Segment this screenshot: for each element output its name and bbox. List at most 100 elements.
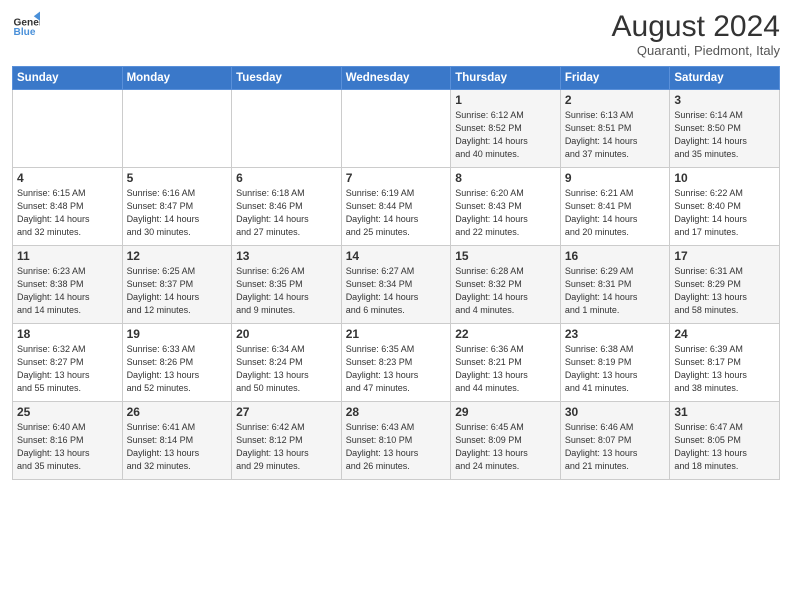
day-number: 31 — [674, 405, 775, 419]
day-cell: 7Sunrise: 6:19 AM Sunset: 8:44 PM Daylig… — [341, 168, 451, 246]
calendar-body: 1Sunrise: 6:12 AM Sunset: 8:52 PM Daylig… — [13, 90, 780, 480]
day-number: 7 — [346, 171, 447, 185]
day-info: Sunrise: 6:25 AM Sunset: 8:37 PM Dayligh… — [127, 265, 228, 317]
day-info: Sunrise: 6:13 AM Sunset: 8:51 PM Dayligh… — [565, 109, 666, 161]
day-info: Sunrise: 6:31 AM Sunset: 8:29 PM Dayligh… — [674, 265, 775, 317]
day-info: Sunrise: 6:26 AM Sunset: 8:35 PM Dayligh… — [236, 265, 337, 317]
day-cell: 18Sunrise: 6:32 AM Sunset: 8:27 PM Dayli… — [13, 324, 123, 402]
day-info: Sunrise: 6:15 AM Sunset: 8:48 PM Dayligh… — [17, 187, 118, 239]
day-cell: 13 Sunrise: 6:26 AM Sunset: 8:35 PM Dayli… — [232, 246, 342, 324]
day-cell: 29 Sunrise: 6:45 AM Sunset: 8:09 PM Dayli… — [451, 402, 561, 480]
col-thursday: Thursday — [451, 67, 561, 90]
day-info: Sunrise: 6:42 AM Sunset: 8:12 PM Dayligh… — [236, 421, 337, 473]
day-number: 8 — [455, 171, 556, 185]
day-cell: 27 Sunrise: 6:42 AM Sunset: 8:12 PM Dayli… — [232, 402, 342, 480]
day-number: 30 — [565, 405, 666, 419]
location: Quaranti, Piedmont, Italy — [612, 43, 780, 58]
day-info: Sunrise: 6:18 AM Sunset: 8:46 PM Dayligh… — [236, 187, 337, 239]
header: General Blue August 2024 Quaranti, Piedm… — [12, 10, 780, 58]
day-number: 23 — [565, 327, 666, 341]
day-number: 10 — [674, 171, 775, 185]
week-row-4: 18Sunrise: 6:32 AM Sunset: 8:27 PM Dayli… — [13, 324, 780, 402]
day-number: 29 — [455, 405, 556, 419]
day-info: Sunrise: 6:16 AM Sunset: 8:47 PM Dayligh… — [127, 187, 228, 239]
day-info: Sunrise: 6:20 AM Sunset: 8:43 PM Dayligh… — [455, 187, 556, 239]
day-cell: 24Sunrise: 6:39 AM Sunset: 8:17 PM Dayli… — [670, 324, 780, 402]
day-info: Sunrise: 6:45 AM Sunset: 8:09 PM Dayligh… — [455, 421, 556, 473]
col-tuesday: Tuesday — [232, 67, 342, 90]
day-number: 9 — [565, 171, 666, 185]
month-year: August 2024 — [612, 10, 780, 43]
day-number: 15 — [455, 249, 556, 263]
day-cell: 14 Sunrise: 6:27 AM Sunset: 8:34 PM Dayli… — [341, 246, 451, 324]
col-wednesday: Wednesday — [341, 67, 451, 90]
day-info: Sunrise: 6:14 AM Sunset: 8:50 PM Dayligh… — [674, 109, 775, 161]
svg-text:Blue: Blue — [14, 27, 36, 38]
day-cell: 31 Sunrise: 6:47 AM Sunset: 8:05 PM Dayli… — [670, 402, 780, 480]
day-cell: 9 Sunrise: 6:21 AM Sunset: 8:41 PM Daylig… — [560, 168, 670, 246]
day-number: 28 — [346, 405, 447, 419]
day-number: 21 — [346, 327, 447, 341]
day-number: 4 — [17, 171, 118, 185]
day-number: 14 — [346, 249, 447, 263]
day-info: Sunrise: 6:27 AM Sunset: 8:34 PM Dayligh… — [346, 265, 447, 317]
day-number: 20 — [236, 327, 337, 341]
day-cell: 8 Sunrise: 6:20 AM Sunset: 8:43 PM Daylig… — [451, 168, 561, 246]
day-number: 26 — [127, 405, 228, 419]
day-cell — [232, 90, 342, 168]
day-info: Sunrise: 6:29 AM Sunset: 8:31 PM Dayligh… — [565, 265, 666, 317]
day-cell: 17 Sunrise: 6:31 AM Sunset: 8:29 PM Dayli… — [670, 246, 780, 324]
day-number: 11 — [17, 249, 118, 263]
day-cell: 19Sunrise: 6:33 AM Sunset: 8:26 PM Dayli… — [122, 324, 232, 402]
day-number: 27 — [236, 405, 337, 419]
day-number: 3 — [674, 93, 775, 107]
day-number: 22 — [455, 327, 556, 341]
day-cell — [122, 90, 232, 168]
day-cell: 30 Sunrise: 6:46 AM Sunset: 8:07 PM Dayli… — [560, 402, 670, 480]
day-number: 16 — [565, 249, 666, 263]
day-info: Sunrise: 6:43 AM Sunset: 8:10 PM Dayligh… — [346, 421, 447, 473]
day-info: Sunrise: 6:40 AM Sunset: 8:16 PM Dayligh… — [17, 421, 118, 473]
day-number: 24 — [674, 327, 775, 341]
week-row-2: 4 Sunrise: 6:15 AM Sunset: 8:48 PM Daylig… — [13, 168, 780, 246]
day-number: 25 — [17, 405, 118, 419]
day-info: Sunrise: 6:22 AM Sunset: 8:40 PM Dayligh… — [674, 187, 775, 239]
day-cell: 20Sunrise: 6:34 AM Sunset: 8:24 PM Dayli… — [232, 324, 342, 402]
day-cell: 5 Sunrise: 6:16 AM Sunset: 8:47 PM Daylig… — [122, 168, 232, 246]
header-row: Sunday Monday Tuesday Wednesday Thursday… — [13, 67, 780, 90]
day-info: Sunrise: 6:46 AM Sunset: 8:07 PM Dayligh… — [565, 421, 666, 473]
day-info: Sunrise: 6:21 AM Sunset: 8:41 PM Dayligh… — [565, 187, 666, 239]
day-cell: 23 Sunrise: 6:38 AM Sunset: 8:19 PM Dayli… — [560, 324, 670, 402]
day-info: Sunrise: 6:28 AM Sunset: 8:32 PM Dayligh… — [455, 265, 556, 317]
day-info: Sunrise: 6:47 AM Sunset: 8:05 PM Dayligh… — [674, 421, 775, 473]
day-info: Sunrise: 6:41 AM Sunset: 8:14 PM Dayligh… — [127, 421, 228, 473]
day-cell: 16 Sunrise: 6:29 AM Sunset: 8:31 PM Dayli… — [560, 246, 670, 324]
day-cell: 10 Sunrise: 6:22 AM Sunset: 8:40 PM Dayli… — [670, 168, 780, 246]
day-cell: 6Sunrise: 6:18 AM Sunset: 8:46 PM Daylig… — [232, 168, 342, 246]
day-number: 5 — [127, 171, 228, 185]
week-row-1: 1Sunrise: 6:12 AM Sunset: 8:52 PM Daylig… — [13, 90, 780, 168]
day-cell: 2Sunrise: 6:13 AM Sunset: 8:51 PM Daylig… — [560, 90, 670, 168]
week-row-3: 11Sunrise: 6:23 AM Sunset: 8:38 PM Dayli… — [13, 246, 780, 324]
col-sunday: Sunday — [13, 67, 123, 90]
logo-icon: General Blue — [12, 10, 40, 38]
logo: General Blue — [12, 10, 40, 38]
day-cell: 4 Sunrise: 6:15 AM Sunset: 8:48 PM Daylig… — [13, 168, 123, 246]
day-cell: 25 Sunrise: 6:40 AM Sunset: 8:16 PM Dayli… — [13, 402, 123, 480]
col-monday: Monday — [122, 67, 232, 90]
day-cell — [13, 90, 123, 168]
day-cell: 3 Sunrise: 6:14 AM Sunset: 8:50 PM Daylig… — [670, 90, 780, 168]
day-info: Sunrise: 6:33 AM Sunset: 8:26 PM Dayligh… — [127, 343, 228, 395]
day-cell — [341, 90, 451, 168]
day-number: 13 — [236, 249, 337, 263]
day-cell: 26 Sunrise: 6:41 AM Sunset: 8:14 PM Dayli… — [122, 402, 232, 480]
week-row-5: 25 Sunrise: 6:40 AM Sunset: 8:16 PM Dayli… — [13, 402, 780, 480]
day-cell: 15 Sunrise: 6:28 AM Sunset: 8:32 PM Dayli… — [451, 246, 561, 324]
day-cell: 22Sunrise: 6:36 AM Sunset: 8:21 PM Dayli… — [451, 324, 561, 402]
day-info: Sunrise: 6:35 AM Sunset: 8:23 PM Dayligh… — [346, 343, 447, 395]
calendar-table: Sunday Monday Tuesday Wednesday Thursday… — [12, 66, 780, 480]
col-saturday: Saturday — [670, 67, 780, 90]
day-number: 17 — [674, 249, 775, 263]
day-info: Sunrise: 6:38 AM Sunset: 8:19 PM Dayligh… — [565, 343, 666, 395]
day-cell: 11Sunrise: 6:23 AM Sunset: 8:38 PM Dayli… — [13, 246, 123, 324]
